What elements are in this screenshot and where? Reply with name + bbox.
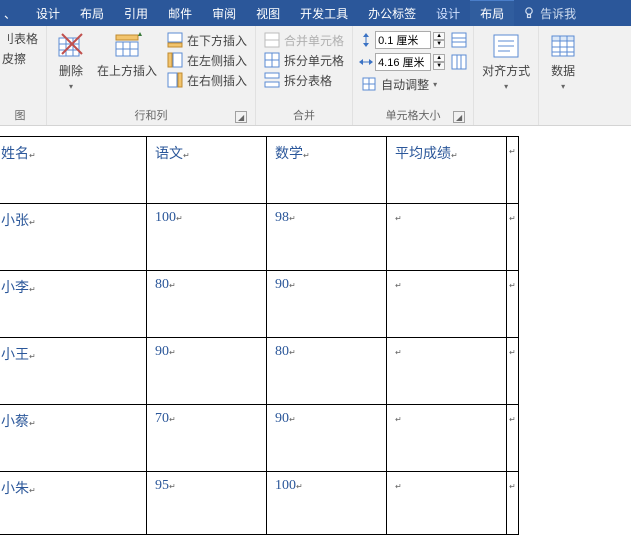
ribbon: 刂表格 皮擦 图 删除▾ 在上方插入 xyxy=(0,26,631,126)
header-avg: 平均成绩↵ xyxy=(387,137,507,204)
insert-below-icon xyxy=(167,32,183,48)
tab-table-layout[interactable]: 布局 xyxy=(470,0,514,26)
group-label-rows-cols: 行和列 ◢ xyxy=(53,105,249,125)
table-row[interactable]: 小李↵ 80↵ 90↵ ↵ ↵ xyxy=(0,271,518,338)
table-header-row[interactable]: 姓名↵ 语文↵ 数学↵ 平均成绩↵ ↵ xyxy=(0,137,518,204)
draw-table-button[interactable]: 刂表格 xyxy=(0,28,40,48)
data-icon xyxy=(547,30,579,62)
table-row[interactable]: 小张↵ 100↵ 98↵ ↵ ↵ xyxy=(0,204,518,271)
col-width-up[interactable]: ▲ xyxy=(433,54,445,62)
insert-left-icon xyxy=(167,52,183,68)
dialog-launcher-cellsize[interactable]: ◢ xyxy=(453,111,465,123)
row-height-icon xyxy=(359,33,373,47)
merge-cells-icon xyxy=(264,32,280,48)
insert-left-button[interactable]: 在左侧插入 xyxy=(165,50,249,70)
insert-right-button[interactable]: 在右侧插入 xyxy=(165,70,249,90)
group-label-merge: 合并 xyxy=(262,105,346,125)
insert-below-button[interactable]: 在下方插入 xyxy=(165,30,249,50)
row-height-up[interactable]: ▲ xyxy=(433,32,445,40)
row-height-input[interactable] xyxy=(375,31,431,49)
insert-right-icon xyxy=(167,72,183,88)
tab-unknown-left[interactable]: 、 xyxy=(0,0,26,26)
group-label-cellsize: 单元格大小 ◢ xyxy=(359,105,467,125)
tab-design[interactable]: 设计 xyxy=(26,0,70,26)
delete-button[interactable]: 删除▾ xyxy=(53,28,89,96)
tab-devtools[interactable]: 开发工具 xyxy=(290,0,358,26)
col-width-down[interactable]: ▼ xyxy=(433,62,445,70)
distribute-cols-button[interactable] xyxy=(451,54,467,70)
delete-icon xyxy=(55,30,87,62)
split-cells-button[interactable]: 拆分单元格 xyxy=(262,50,346,70)
tab-table-design[interactable]: 设计 xyxy=(426,0,470,26)
tab-layout[interactable]: 布局 xyxy=(70,0,114,26)
document-table[interactable]: 姓名↵ 语文↵ 数学↵ 平均成绩↵ ↵ 小张↵ 100↵ 98↵ ↵ ↵ 小李↵… xyxy=(0,136,519,535)
tab-bar: 、 设计 布局 引用 邮件 审阅 视图 开发工具 办公标签 设计 布局 告诉我 xyxy=(0,0,631,26)
insert-above-icon xyxy=(111,30,143,62)
tell-me[interactable]: 告诉我 xyxy=(514,5,584,22)
tab-officetab[interactable]: 办公标签 xyxy=(358,0,426,26)
lightbulb-icon xyxy=(522,6,536,20)
row-end-mark: ↵ xyxy=(507,137,519,204)
header-chinese: 语文↵ xyxy=(147,137,267,204)
merge-cells-button: 合并单元格 xyxy=(262,30,346,50)
col-width-icon xyxy=(359,55,373,69)
autofit-icon xyxy=(361,76,377,92)
insert-above-button[interactable]: 在上方插入 xyxy=(95,28,159,80)
tab-view[interactable]: 视图 xyxy=(246,0,290,26)
tab-review[interactable]: 审阅 xyxy=(202,0,246,26)
split-table-button[interactable]: 拆分表格 xyxy=(262,70,346,90)
alignment-button[interactable]: 对齐方式▾ xyxy=(480,28,532,96)
tab-references[interactable]: 引用 xyxy=(114,0,158,26)
table-row[interactable]: 小蔡↵ 70↵ 90↵ ↵ ↵ xyxy=(0,405,518,472)
split-table-icon xyxy=(264,72,280,88)
alignment-icon xyxy=(490,30,522,62)
split-cells-icon xyxy=(264,52,280,68)
tab-mail[interactable]: 邮件 xyxy=(158,0,202,26)
eraser-button[interactable]: 皮擦 xyxy=(0,48,40,68)
tell-me-label: 告诉我 xyxy=(540,5,576,22)
autofit-button[interactable]: 自动调整 ▾ xyxy=(359,74,467,94)
data-button[interactable]: 数据▾ xyxy=(545,28,581,96)
col-width-input[interactable] xyxy=(375,53,431,71)
table-row[interactable]: 小朱↵ 95↵ 100↵ ↵ ↵ xyxy=(0,472,518,535)
row-height-down[interactable]: ▼ xyxy=(433,40,445,48)
group-label-view: 图 xyxy=(0,105,40,125)
header-name: 姓名↵ xyxy=(0,137,147,204)
distribute-rows-button[interactable] xyxy=(451,32,467,48)
table-row[interactable]: 小王↵ 90↵ 80↵ ↵ ↵ xyxy=(0,338,518,405)
dialog-launcher-rows-cols[interactable]: ◢ xyxy=(235,111,247,123)
header-math: 数学↵ xyxy=(267,137,387,204)
